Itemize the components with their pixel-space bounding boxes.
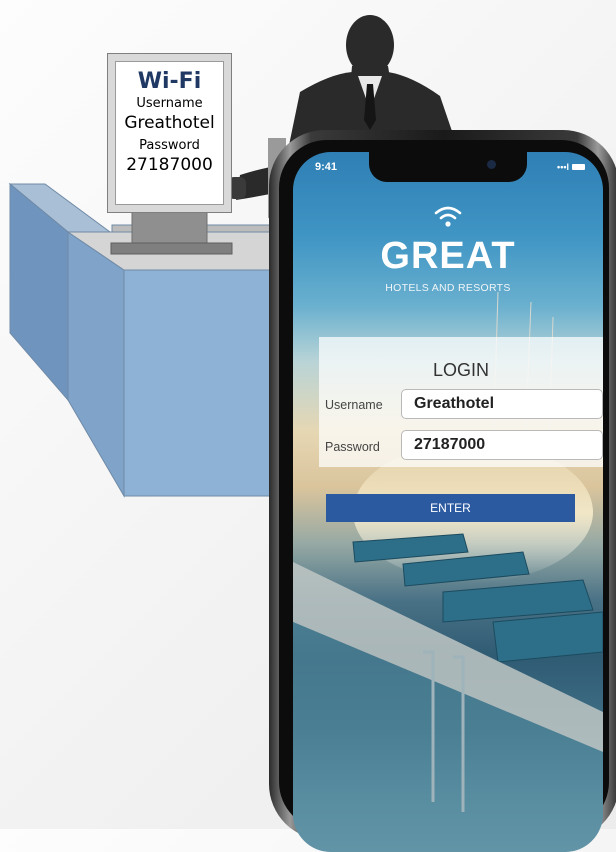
login-panel: LOGIN Username Greathotel Password 27187… (319, 337, 603, 467)
sign-username-value: Greathotel (124, 113, 215, 133)
phone-screen: 9:41 •••l GREAT HOTELS AND RESORTS LOGIN… (293, 152, 603, 852)
hotel-brand-name: GREAT (380, 235, 516, 277)
camera-icon (487, 160, 496, 169)
password-field[interactable]: 27187000 (401, 430, 603, 460)
password-label: Password (325, 440, 380, 454)
sign-panel: Wi-Fi Username Greathotel Password 27187… (115, 61, 224, 205)
sign-password-value: 27187000 (126, 155, 213, 175)
status-time: 9:41 (315, 161, 338, 173)
sign-title: Wi-Fi (137, 69, 202, 94)
username-label: Username (325, 398, 383, 412)
phone-notch (369, 152, 527, 182)
wifi-credentials-sign: Wi-Fi Username Greathotel Password 27187… (107, 53, 232, 213)
sign-username-label: Username (136, 96, 203, 111)
login-title: LOGIN (432, 360, 489, 380)
enter-button[interactable]: ENTER (326, 494, 575, 522)
smartphone: 9:41 •••l GREAT HOTELS AND RESORTS LOGIN… (269, 130, 616, 852)
signal-icon: •••l (557, 162, 569, 172)
sign-stand (131, 210, 208, 245)
username-field[interactable]: Greathotel (401, 389, 603, 419)
hotel-brand-subtitle: HOTELS AND RESORTS (385, 282, 511, 294)
sign-base (110, 242, 233, 255)
wifi-icon (434, 206, 462, 227)
sign-password-label: Password (139, 138, 200, 153)
battery-icon (572, 164, 585, 170)
status-icons: •••l (557, 162, 585, 172)
